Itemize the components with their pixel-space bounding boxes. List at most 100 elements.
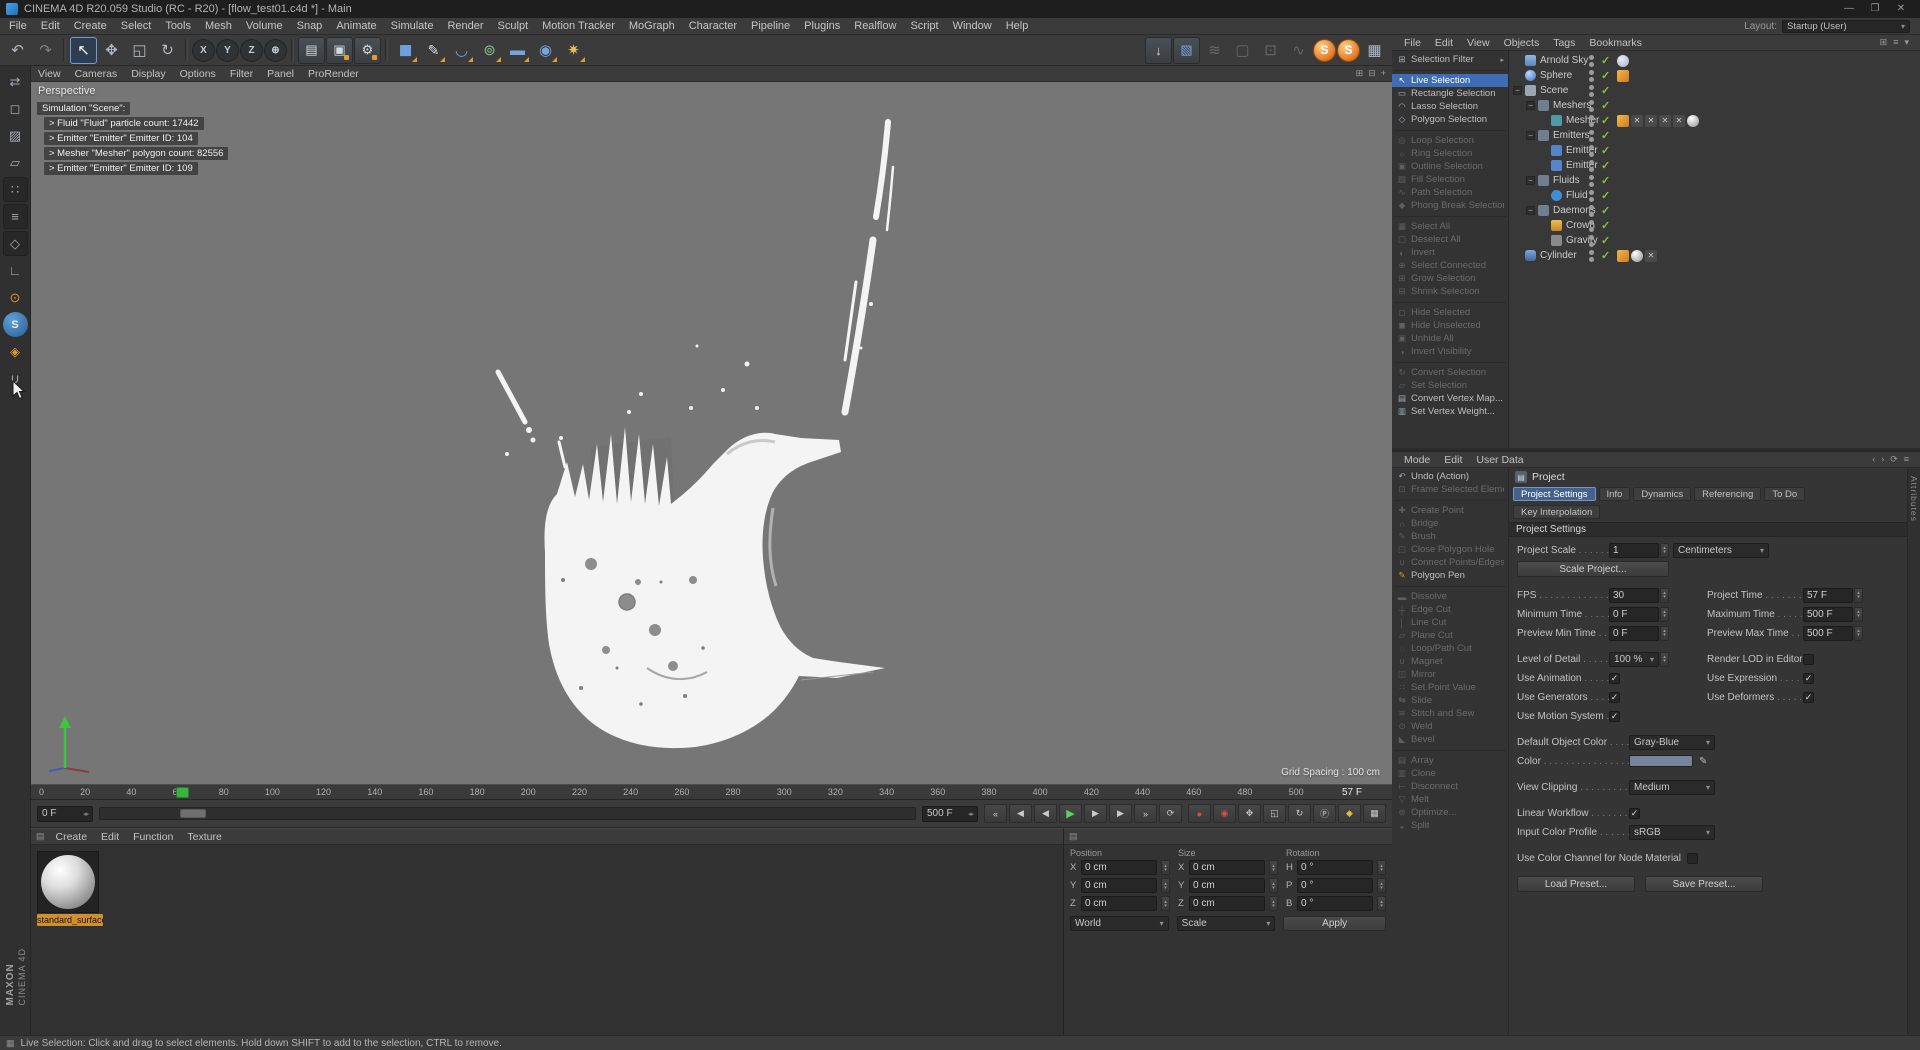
mat-tag-icon[interactable] xyxy=(1687,114,1699,127)
object-name[interactable]: Fluids xyxy=(1553,175,1580,186)
fps-field[interactable]: 30 xyxy=(1609,587,1659,603)
save-preset-button[interactable]: Save Preset... xyxy=(1645,876,1763,892)
object-tree-row[interactable]: Fluid ✓ xyxy=(1509,188,1920,203)
xpresso-button[interactable]: ⊡ xyxy=(1257,37,1284,64)
workplane-mode-button[interactable]: ▱ xyxy=(3,150,28,175)
expand-toggle-icon[interactable]: − xyxy=(1526,131,1535,140)
add-primitive-cube-button[interactable]: ◼ xyxy=(392,37,419,64)
play-mode-button[interactable]: ⟳ xyxy=(1159,804,1182,823)
menu-item[interactable]: Mesh xyxy=(198,18,239,34)
use-color-channel-checkbox[interactable] xyxy=(1687,852,1698,864)
size-mode-dropdown[interactable]: Scale xyxy=(1176,916,1276,931)
command-palette-item[interactable]: ⊞ Grow Selection xyxy=(1392,272,1508,285)
maximize-button[interactable]: ❐ xyxy=(1862,0,1888,18)
spinner-icon[interactable] xyxy=(1377,860,1386,875)
lod-dropdown[interactable]: 100 % xyxy=(1609,651,1659,667)
rf-tag-icon[interactable] xyxy=(1659,114,1671,127)
coordinate-mode-dropdown[interactable]: World xyxy=(1070,916,1169,931)
viewport-menu-item[interactable]: Cameras xyxy=(68,68,125,80)
am-refresh-icon[interactable]: ⟳ xyxy=(1890,454,1898,465)
object-manager-menu-item[interactable]: Objects xyxy=(1497,37,1547,49)
enabled-check-icon[interactable]: ✓ xyxy=(1601,204,1610,217)
timeline-playhead[interactable] xyxy=(176,787,190,798)
input-color-profile-dropdown[interactable]: sRGB xyxy=(1629,824,1715,840)
object-tree-row[interactable]: Emitter ✓ xyxy=(1509,158,1920,173)
toolbar-separator[interactable] xyxy=(185,39,188,61)
z-axis-lock-button[interactable]: Z xyxy=(240,38,263,62)
maximum-time-field[interactable]: 500 F xyxy=(1803,606,1853,622)
spinner-icon[interactable] xyxy=(1660,606,1669,622)
pane-maximize-icon[interactable]: + xyxy=(1381,68,1386,79)
previous-frame-button[interactable]: ◀ xyxy=(1034,804,1057,823)
expand-toggle-icon[interactable]: − xyxy=(1526,101,1535,110)
command-palette-item[interactable]: ✚ Create Point xyxy=(1392,504,1508,517)
menu-item[interactable]: Snap xyxy=(290,18,330,34)
object-manager-menu-item[interactable]: Bookmarks xyxy=(1582,37,1649,49)
use-expression-checkbox[interactable]: ✓ xyxy=(1803,672,1814,684)
record-position-toggle[interactable]: ✥ xyxy=(1238,804,1261,823)
goto-end-button[interactable]: » xyxy=(1134,804,1157,823)
object-manager-menu-item[interactable]: View xyxy=(1460,37,1497,49)
command-palette-item[interactable]: ▬ Dissolve xyxy=(1392,590,1508,603)
rf-tag-icon[interactable] xyxy=(1673,114,1685,127)
command-palette-item[interactable]: ▤ Array xyxy=(1392,754,1508,767)
spinner-icon[interactable] xyxy=(1660,587,1669,603)
minimum-time-field[interactable]: 0 F xyxy=(1609,606,1659,622)
render-lod-checkbox[interactable] xyxy=(1803,653,1814,665)
attribute-menu-item[interactable]: Edit xyxy=(1437,454,1469,466)
am-forward-icon[interactable]: › xyxy=(1881,454,1884,465)
spinner-icon[interactable] xyxy=(1269,860,1278,875)
command-palette-item[interactable]: ≋ Stitch and Sew xyxy=(1392,707,1508,720)
command-palette-item[interactable]: ∪ Magnet xyxy=(1392,655,1508,668)
render-view-button[interactable]: ▤ xyxy=(298,36,325,64)
om-filter-icon[interactable]: ≡ xyxy=(1893,37,1898,48)
object-tree-row[interactable]: Mesher ✓ xyxy=(1509,113,1920,128)
viewport-menu-item[interactable]: View xyxy=(31,68,68,80)
menu-item[interactable]: Window xyxy=(946,18,999,34)
material-menu-item[interactable]: Create xyxy=(49,831,95,843)
command-palette-item[interactable]: ▢ Deselect All xyxy=(1392,233,1508,246)
command-palette-item[interactable]: ▦ Select All xyxy=(1392,220,1508,233)
visibility-dots-icon[interactable] xyxy=(1589,234,1595,247)
viewport-menu-item[interactable]: Panel xyxy=(260,68,301,80)
scale-tool-button[interactable]: ◱ xyxy=(126,37,153,64)
command-palette-item[interactable] xyxy=(1394,126,1506,131)
attribute-tab[interactable]: Key Interpolation xyxy=(1513,505,1601,519)
command-palette-item[interactable]: ▭ Rectangle Selection xyxy=(1392,87,1508,100)
min-frame-field[interactable]: 0 F xyxy=(37,805,93,822)
spinner-icon[interactable] xyxy=(1161,878,1170,893)
menu-item[interactable]: Motion Tracker xyxy=(535,18,622,34)
command-palette-item[interactable]: ◻ Hide Selected xyxy=(1392,306,1508,319)
enabled-check-icon[interactable]: ✓ xyxy=(1601,54,1610,67)
visibility-dots-icon[interactable] xyxy=(1589,189,1595,202)
command-palette-item[interactable]: ∩ Bridge xyxy=(1392,517,1508,530)
spinner-icon[interactable] xyxy=(1660,542,1669,558)
section-header[interactable]: Project Settings xyxy=(1509,522,1907,537)
record-keyframe-button[interactable]: ● xyxy=(1188,804,1211,823)
axis-lock-button[interactable]: ⊙ xyxy=(3,285,28,310)
size-x-field[interactable]: 0 cm xyxy=(1189,860,1265,875)
enabled-check-icon[interactable]: ✓ xyxy=(1601,159,1610,172)
interactive-render-region-button[interactable]: ↓ xyxy=(1145,36,1172,64)
enable-axis-button[interactable]: ∟ xyxy=(3,258,28,283)
spinner-icon[interactable] xyxy=(1377,896,1386,911)
command-palette-item[interactable]: ┼ Edge Cut xyxy=(1392,603,1508,616)
spinner-icon[interactable] xyxy=(1854,606,1863,622)
visibility-dots-icon[interactable] xyxy=(1589,144,1595,157)
rotation-p-field[interactable]: 0 ° xyxy=(1297,878,1373,893)
size-y-field[interactable]: 0 cm xyxy=(1189,878,1265,893)
command-palette-item[interactable]: ▣ Outline Selection xyxy=(1392,160,1508,173)
record-pla-toggle[interactable]: ◆ xyxy=(1338,804,1361,823)
realflow-scene-button[interactable]: S xyxy=(1313,38,1336,62)
command-palette-item[interactable] xyxy=(1394,746,1506,751)
enabled-check-icon[interactable]: ✓ xyxy=(1601,174,1610,187)
object-name[interactable]: Fluid xyxy=(1566,190,1588,201)
enabled-check-icon[interactable]: ✓ xyxy=(1601,249,1610,262)
rf-tag-icon[interactable] xyxy=(1645,249,1657,262)
command-palette-item[interactable]: ○ Ring Selection xyxy=(1392,147,1508,160)
phong-tag-icon[interactable] xyxy=(1617,249,1629,262)
spline-pen-button[interactable]: ✎ xyxy=(420,37,447,64)
timeline-ruler[interactable]: 0204060801001201401601802002202402602803… xyxy=(31,784,1392,800)
record-parameter-toggle[interactable]: Ⓟ xyxy=(1313,804,1336,823)
expand-toggle-icon[interactable]: − xyxy=(1526,206,1535,215)
